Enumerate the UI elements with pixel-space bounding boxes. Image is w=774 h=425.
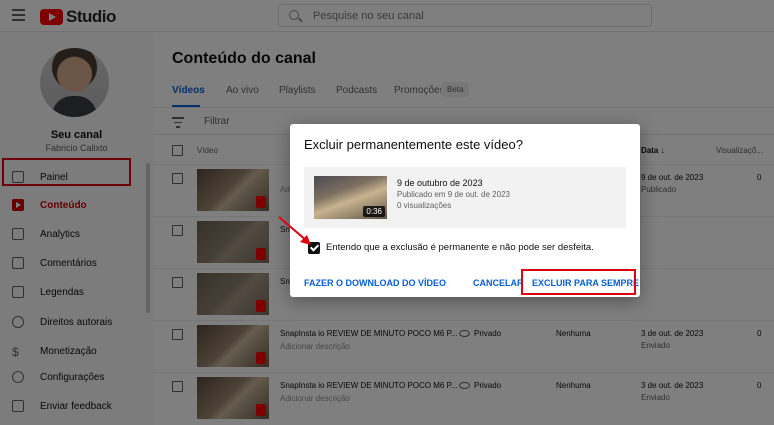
red-arrow-icon bbox=[278, 216, 311, 245]
video-views: 0 visualizações bbox=[397, 201, 452, 210]
video-title: 9 de outubro de 2023 bbox=[397, 178, 483, 188]
video-thumbnail: 0:36 bbox=[314, 176, 387, 219]
confirm-label[interactable]: Entendo que a exclusão é permanente e nã… bbox=[326, 242, 594, 253]
video-duration: 0:36 bbox=[363, 206, 385, 217]
download-video-button[interactable]: FAZER O DOWNLOAD DO VÍDEO bbox=[304, 278, 446, 288]
delete-highlight-box bbox=[521, 269, 636, 295]
dialog-title: Excluir permanentemente este vídeo? bbox=[304, 137, 523, 152]
cancel-button[interactable]: CANCELAR bbox=[473, 278, 524, 288]
video-card: 0:36 9 de outubro de 2023 Publicado em 9… bbox=[304, 167, 626, 228]
video-published: Publicado em 9 de out. de 2023 bbox=[397, 190, 510, 199]
